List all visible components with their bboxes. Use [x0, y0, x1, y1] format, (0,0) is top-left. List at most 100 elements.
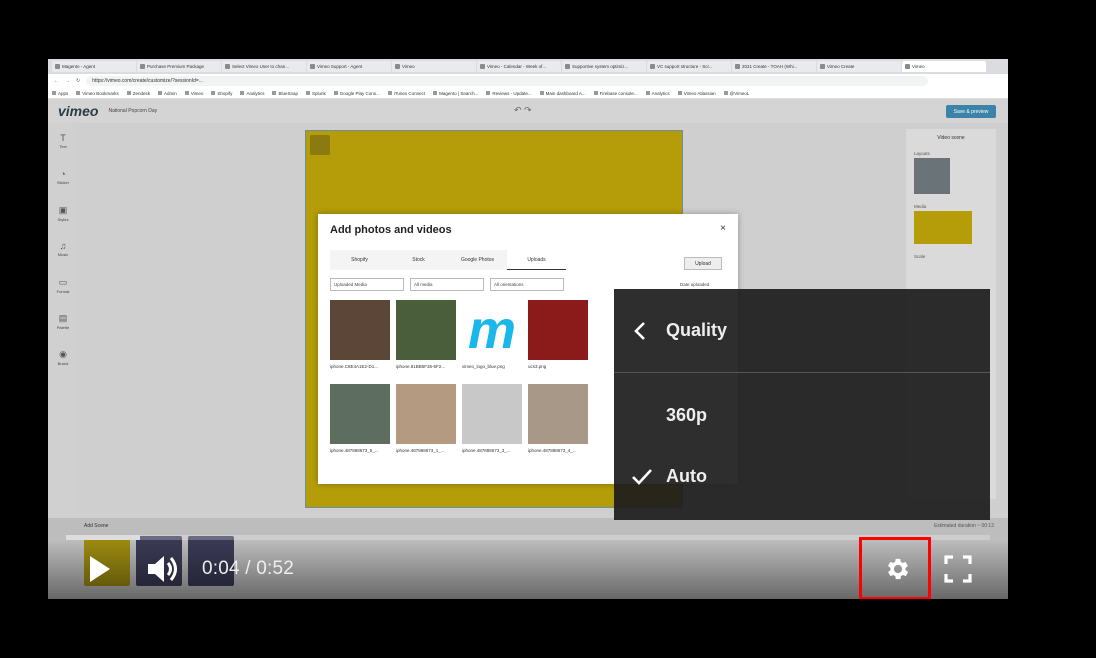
reload-icon: ↻ [76, 78, 81, 84]
video-player[interactable]: Magento - Agent Purchase Premium Package… [48, 59, 1008, 599]
format-icon: ▭ [58, 276, 68, 287]
quality-menu: Quality 360p Auto [614, 289, 990, 520]
volume-icon [148, 556, 177, 582]
browser-tab: Purchase Premium Package [137, 61, 221, 72]
time-display: 0:04 / 0:52 [202, 558, 294, 580]
tab-stock: Stock [412, 257, 425, 263]
tab-shopify: Shopify [351, 257, 368, 263]
bookmark: @VimeoL [724, 91, 750, 96]
vimeo-logo-thumbnail: m [462, 300, 522, 360]
filter-media: All media [410, 278, 484, 291]
music-icon: ♫ [59, 241, 67, 251]
media-caption: vimeo_logo_blue.png [462, 364, 505, 369]
media-caption: ucs3.png [528, 364, 547, 369]
estimated-duration: Estimated duration ~ 00:12 [934, 523, 994, 529]
project-name: National Popcorn Day [108, 108, 158, 114]
browser-url-bar: ← → ↻ https://vimeo.com/create/customize… [48, 74, 1008, 88]
media-thumbnail [330, 300, 390, 360]
tool-sticker: ◔ Sticker [56, 169, 70, 185]
scale-label: Scale [914, 254, 926, 259]
bookmark: Admin [158, 91, 177, 96]
brand-icon: ◉ [59, 348, 67, 359]
current-time: 0:04 [202, 558, 240, 579]
play-button[interactable] [82, 549, 118, 589]
tab-uploads: Uploads [507, 250, 566, 270]
browser-tab: Vimeo - Calendar - Week of... [477, 61, 561, 72]
layouts-label: Layouts [914, 151, 930, 156]
browser-tab: 2021 Create - TOAH (Whi... [732, 61, 816, 72]
browser-tab: Vimeo Create [817, 61, 901, 72]
bookmark: Vimeo [185, 91, 204, 96]
bookmark: Apps [52, 91, 68, 96]
browser-tab: Vimeo [392, 61, 476, 72]
bookmark: iTunes Connect [388, 91, 425, 96]
quality-option-label: 360p [666, 405, 708, 425]
bookmark: Google Play Cons... [334, 91, 380, 96]
media-thumbnail [528, 384, 588, 444]
media-thumbnail [396, 384, 456, 444]
progress-bar[interactable] [66, 535, 990, 540]
tool-text: T Text [59, 133, 67, 149]
quality-menu-title: Quality [666, 320, 728, 340]
sticker-icon: ◔ [60, 169, 66, 179]
media-thumbnail [528, 300, 588, 360]
media-caption: iphone.487888673_5_... [330, 448, 379, 453]
palette-icon: ▤ [58, 312, 68, 323]
media-caption: iphone.C8E4A1E2-D1... [330, 364, 379, 369]
sort-select: Date uploaded [680, 282, 710, 287]
undo-redo-icon: ↶ ↷ [514, 105, 532, 115]
quality-option-label: Auto [666, 466, 707, 486]
browser-tab-active: Vimeo [902, 61, 986, 72]
upload-button: Upload [684, 257, 722, 270]
bookmark: Firebase console... [594, 91, 638, 96]
editor-topbar: vimeo National Popcorn Day ↶ ↷ Save & pr… [48, 99, 1008, 123]
total-duration: 0:52 [256, 558, 294, 579]
browser-tab-bar: Magento - Agent Purchase Premium Package… [48, 59, 1008, 74]
volume-button[interactable] [142, 549, 184, 589]
time-separator: / [239, 558, 257, 579]
styles-icon: ▣ [58, 204, 68, 215]
tool-styles: ▣ Styles [57, 204, 69, 222]
browser-tab: Supportive system optimiz... [562, 61, 646, 72]
media-label: Media [914, 204, 927, 209]
filter-orientation: All orientations [490, 278, 564, 291]
close-icon: × [720, 223, 726, 234]
browser-tab: Select Vimeo User to chan... [222, 61, 306, 72]
quality-option-auto[interactable]: Auto [614, 457, 990, 497]
browser-tab: Vimeo Support - Agent [307, 61, 391, 72]
modal-title: Add photos and videos [330, 224, 452, 236]
quality-option-360p[interactable]: 360p [614, 396, 990, 436]
add-scene-label: Add Scene [84, 523, 109, 529]
tab-google-photos: Google Photos [460, 257, 495, 263]
tool-music: ♫ Music [57, 241, 69, 257]
bookmark: Zendesk [127, 91, 150, 96]
editor-tool-column: T Text ◔ Sticker ▣ Styles ♫ Music ▭ Format ▤ P… [48, 123, 78, 523]
media-caption: iphone.487888673_1_... [396, 448, 445, 453]
url-field: https://vimeo.com/create/customize/?sess… [86, 76, 928, 86]
fullscreen-icon [944, 555, 972, 583]
bookmark: Main dashboard A... [540, 91, 586, 96]
tool-format: ▭ Format [56, 276, 70, 294]
quality-menu-header[interactable]: Quality [614, 289, 990, 373]
media-thumbnail [462, 384, 522, 444]
media-thumbnail [396, 300, 456, 360]
media-caption: iphone.487888673_4_... [528, 448, 577, 453]
browser-tab: Magento - Agent [52, 61, 136, 72]
checkmark-icon [632, 469, 652, 485]
bookmark: Shopify [211, 91, 232, 96]
bookmark: Vimeo Atlassian [678, 91, 716, 96]
chevron-left-icon [634, 322, 645, 340]
modal-filters: Uploaded Media All media All orientation… [330, 278, 564, 291]
bookmark: Analytics [240, 91, 264, 96]
fullscreen-button[interactable] [940, 551, 976, 587]
play-icon [90, 556, 110, 582]
panel-title: Video scene [937, 135, 965, 141]
bookmark: BlueSnap [272, 91, 298, 96]
settings-button[interactable] [880, 551, 916, 587]
tool-brand: ◉ Brand [57, 348, 69, 366]
layout-thumbnail [914, 158, 950, 194]
save-preview-button: Save & preview [946, 105, 996, 118]
bookmark: Magento | Search... [433, 91, 478, 96]
media-thumbnail [914, 211, 972, 244]
modal-tabs: Shopify Stock Google Photos Uploads [330, 250, 566, 270]
